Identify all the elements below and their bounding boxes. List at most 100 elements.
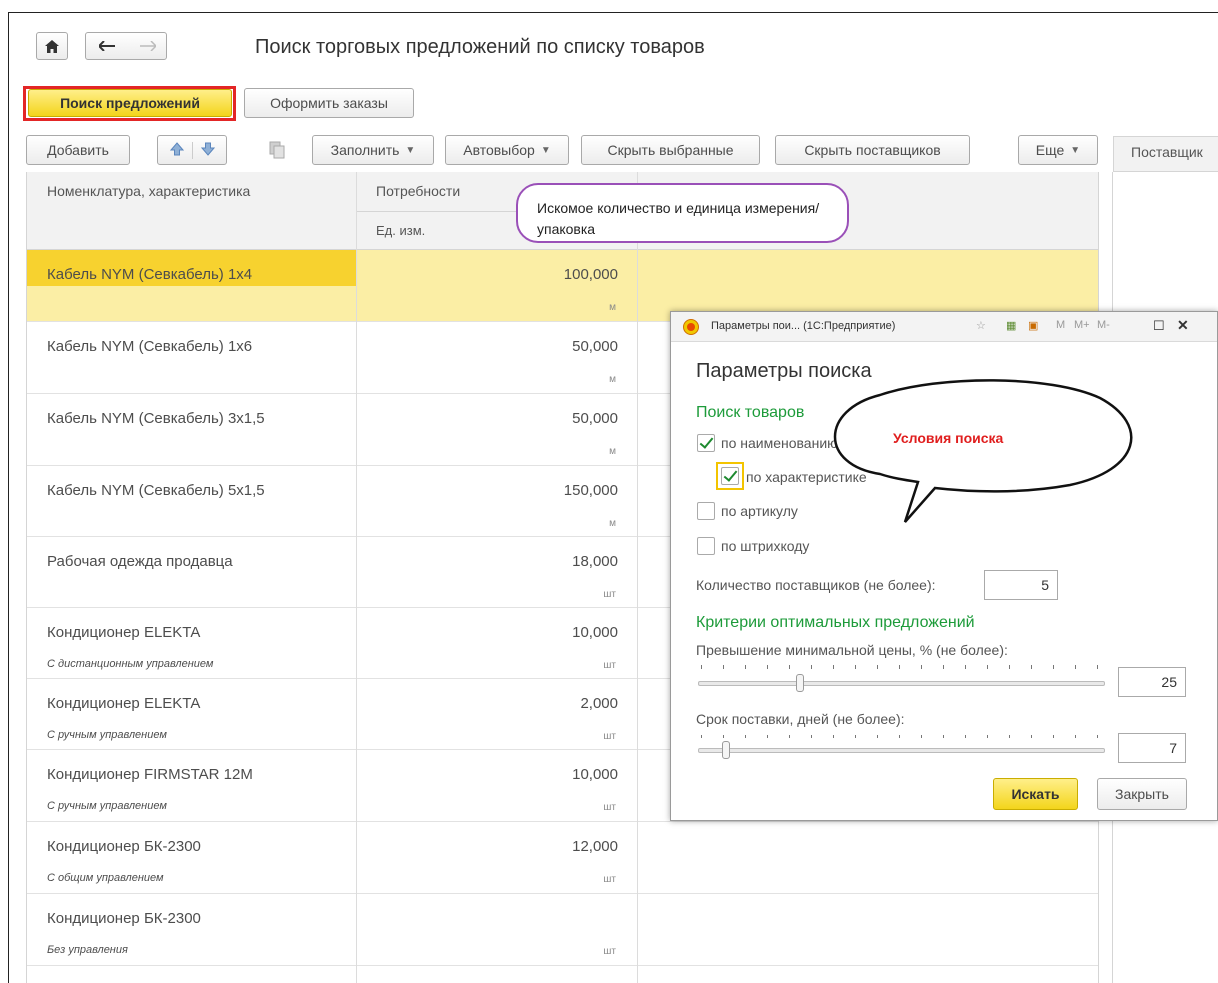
item-characteristic: С дистанционным управлением <box>47 658 214 670</box>
table-row[interactable]: Кондиционер БК-2300 С общим управлением 12… <box>27 822 1098 894</box>
autoselect-label: Автовыбор <box>463 142 535 158</box>
delivery-slider-track[interactable] <box>698 748 1105 753</box>
item-name: Кондиционер БК-2300 <box>47 910 201 927</box>
arrow-up-icon <box>169 141 184 155</box>
item-characteristic: С общим управлением <box>47 872 164 884</box>
move-down-button[interactable] <box>193 142 223 159</box>
search-offers-button[interactable]: Поиск предложений <box>28 89 232 117</box>
hide-suppliers-button[interactable]: Скрыть поставщиков <box>775 135 970 165</box>
by-article-checkbox[interactable] <box>697 502 715 520</box>
suppliers-header-label: Поставщик <box>1131 144 1203 160</box>
move-up-button[interactable] <box>162 141 193 159</box>
by-barcode-label: по штрихкоду <box>721 538 810 554</box>
hide-selected-button[interactable]: Скрыть выбранные <box>581 135 760 165</box>
quantity-callout-text: Искомое количество и единица измерения/у… <box>537 200 820 237</box>
dropdown-arrow-icon: ▼ <box>405 144 416 156</box>
more-button[interactable]: Еще ▼ <box>1018 135 1098 165</box>
search-conditions-text: Условия поиска <box>893 430 1004 446</box>
by-barcode-checkbox[interactable] <box>697 537 715 555</box>
item-name: Кондиционер ELEKTA <box>47 695 201 712</box>
maximize-icon[interactable]: ☐ <box>1153 318 1165 334</box>
forward-button[interactable] <box>127 33 168 59</box>
copy-icon <box>269 141 285 159</box>
item-unit: м <box>609 302 616 313</box>
item-name: Кондиционер ELEKTA <box>47 624 201 641</box>
col-header-needs[interactable]: Потребности <box>376 183 460 199</box>
item-unit: шт <box>603 731 616 742</box>
item-unit: м <box>609 374 616 385</box>
memory-mplus-button[interactable]: M+ <box>1074 319 1090 331</box>
item-quantity: 50,000 <box>572 338 618 355</box>
memory-mminus-button[interactable]: M- <box>1097 319 1110 331</box>
col-header-name[interactable]: Номенклатура, характеристика <box>47 183 250 199</box>
dialog-window-title: Параметры пои... (1С:Предприятие) <box>711 320 896 332</box>
item-unit: шт <box>603 874 616 885</box>
move-buttons <box>157 135 227 165</box>
memory-m-button[interactable]: M <box>1056 319 1065 331</box>
item-name: Кондиционер FIRMSTAR 12M <box>47 766 253 783</box>
arrow-right-icon <box>139 41 156 51</box>
by-characteristic-checkbox[interactable] <box>721 467 739 485</box>
item-quantity: 10,000 <box>572 766 618 783</box>
fill-label: Заполнить <box>330 142 400 158</box>
by-name-checkbox[interactable] <box>697 434 715 452</box>
item-unit: м <box>609 446 616 457</box>
page-title: Поиск торговых предложений по списку тов… <box>255 36 705 58</box>
home-icon <box>45 39 59 53</box>
col-divider-2 <box>637 172 638 983</box>
item-name: Кабель NYM (Севкабель) 1х6 <box>47 338 253 355</box>
autoselect-button[interactable]: Автовыбор ▼ <box>445 135 569 165</box>
1c-logo-icon <box>683 319 699 335</box>
calculator-icon[interactable]: ▦ <box>1006 319 1016 332</box>
item-quantity: 100,000 <box>563 266 618 283</box>
delivery-days-field[interactable]: 7 <box>1118 733 1186 763</box>
item-characteristic: С ручным управлением <box>47 800 167 812</box>
item-name: Кабель NYM (Севкабель) 5х1,5 <box>47 482 265 499</box>
item-quantity: 18,000 <box>572 553 618 570</box>
item-quantity: 50,000 <box>572 410 618 427</box>
price-slider-track[interactable] <box>698 681 1105 686</box>
price-slider-ticks <box>701 665 1106 669</box>
item-unit: шт <box>603 946 616 957</box>
item-quantity: 150,000 <box>563 482 618 499</box>
place-orders-button[interactable]: Оформить заказы <box>244 88 414 118</box>
delivery-slider-thumb[interactable] <box>722 741 731 759</box>
close-button[interactable]: Закрыть <box>1097 778 1187 810</box>
dropdown-arrow-icon: ▼ <box>1070 144 1081 156</box>
copy-button[interactable] <box>257 135 297 165</box>
price-excess-field[interactable]: 25 <box>1118 667 1186 697</box>
price-slider-thumb[interactable] <box>795 674 804 692</box>
item-unit: шт <box>603 589 616 600</box>
item-name: Кабель NYM (Севкабель) 1х4 <box>47 266 253 283</box>
favorite-icon[interactable]: ☆ <box>976 319 986 332</box>
item-unit: шт <box>603 660 616 671</box>
close-icon[interactable]: ✕ <box>1177 317 1189 334</box>
by-article-label: по артикулу <box>721 503 798 519</box>
search-conditions-balloon <box>833 379 1133 523</box>
supplier-count-field[interactable]: 5 <box>984 570 1058 600</box>
delivery-slider-ticks <box>701 735 1106 738</box>
item-name: Рабочая одежда продавца <box>47 553 233 570</box>
back-button[interactable] <box>86 33 127 59</box>
item-characteristic: С ручным управлением <box>47 729 167 741</box>
table-row[interactable]: Кондиционер БК-2300 Без управления шт <box>27 894 1098 966</box>
item-name: Кабель NYM (Севкабель) 3х1,5 <box>47 410 265 427</box>
more-label: Еще <box>1035 142 1065 158</box>
history-nav <box>85 32 167 60</box>
home-button[interactable] <box>36 32 68 60</box>
fill-button[interactable]: Заполнить ▼ <box>312 135 434 165</box>
supplier-count-label: Количество поставщиков (не более): <box>696 577 936 593</box>
section-goods-search: Поиск товаров <box>696 404 805 421</box>
price-excess-label: Превышение минимальной цены, % (не более… <box>696 642 1008 658</box>
dialog-titlebar: Параметры пои... (1С:Предприятие) ☆ ▦ ▣ … <box>671 312 1217 342</box>
col-header-unit[interactable]: Ед. изм. <box>376 223 425 238</box>
item-name: Кондиционер БК-2300 <box>47 838 201 855</box>
dropdown-arrow-icon: ▼ <box>540 144 551 156</box>
add-button[interactable]: Добавить <box>26 135 130 165</box>
delivery-label: Срок поставки, дней (не более): <box>696 711 905 727</box>
item-quantity: 12,000 <box>572 838 618 855</box>
item-unit: м <box>609 518 616 529</box>
calendar-icon[interactable]: ▣ <box>1028 319 1038 332</box>
search-button[interactable]: Искать <box>993 778 1078 810</box>
arrow-left-icon <box>98 41 115 51</box>
